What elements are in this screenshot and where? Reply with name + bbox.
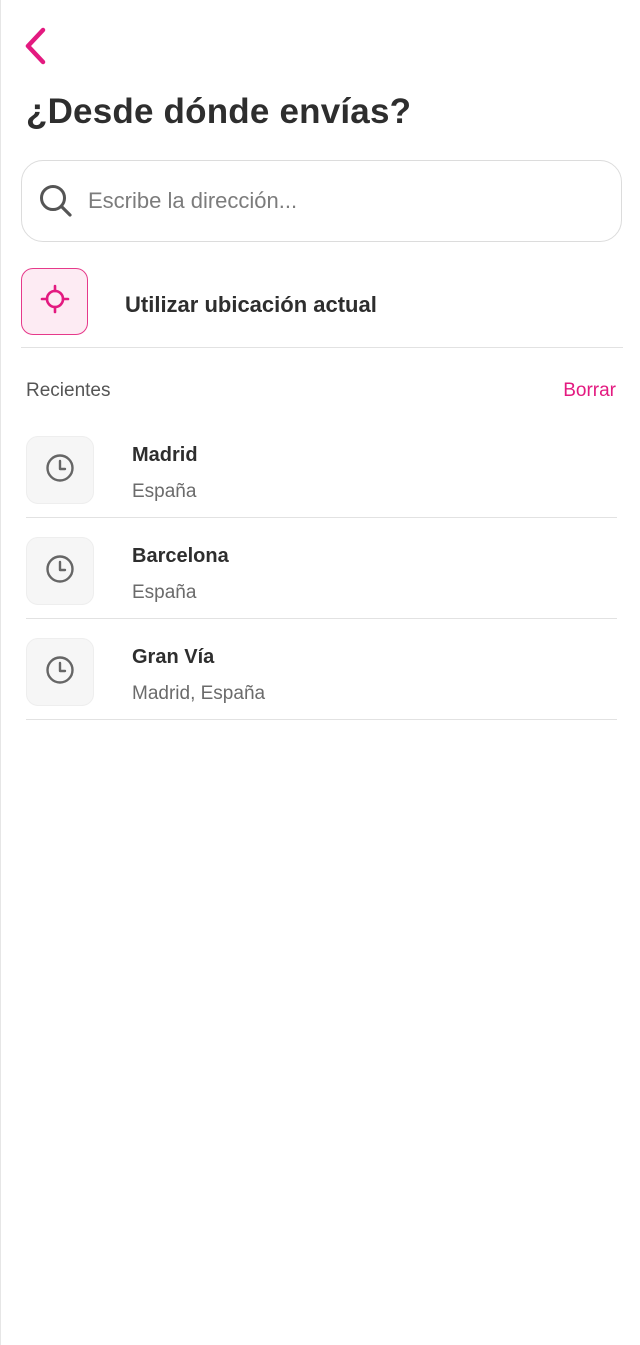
recent-item-subtitle: España: [132, 481, 197, 502]
chevron-left-icon: [22, 26, 48, 71]
page-title: ¿Desde dónde envías?: [26, 92, 412, 131]
back-button[interactable]: [13, 24, 57, 72]
clock-icon: [44, 654, 76, 691]
search-input[interactable]: [86, 187, 590, 215]
clock-icon-box: [26, 537, 94, 605]
clock-icon-box: [26, 436, 94, 504]
use-current-location-button[interactable]: Utilizar ubicación actual: [21, 268, 623, 348]
location-icon-box: [21, 268, 88, 335]
recent-item-name: Gran Vía: [132, 646, 215, 668]
clear-recents-link[interactable]: Borrar: [563, 380, 616, 402]
clock-icon-box: [26, 638, 94, 706]
recent-item-barcelona[interactable]: Barcelona España: [26, 518, 617, 619]
clock-icon: [44, 452, 76, 489]
recents-header: Recientes Borrar: [26, 378, 616, 406]
recent-item-name: Madrid: [132, 444, 198, 466]
screen: ¿Desde dónde envías? Utilizar ubicación …: [0, 0, 640, 1345]
search-box[interactable]: [21, 160, 622, 242]
recent-item-madrid[interactable]: Madrid España: [26, 417, 617, 518]
recent-item-name: Barcelona: [132, 545, 229, 567]
clock-icon: [44, 553, 76, 590]
use-current-location-label: Utilizar ubicación actual: [125, 292, 377, 317]
crosshair-icon: [40, 284, 70, 319]
recent-item-subtitle: Madrid, España: [132, 683, 266, 704]
recents-title: Recientes: [26, 380, 111, 401]
recents-list: Madrid España Barcelona España Gran Vía …: [26, 417, 617, 720]
recent-item-subtitle: España: [132, 582, 197, 603]
recent-item-gran-via[interactable]: Gran Vía Madrid, España: [26, 619, 617, 720]
search-icon: [36, 181, 76, 221]
